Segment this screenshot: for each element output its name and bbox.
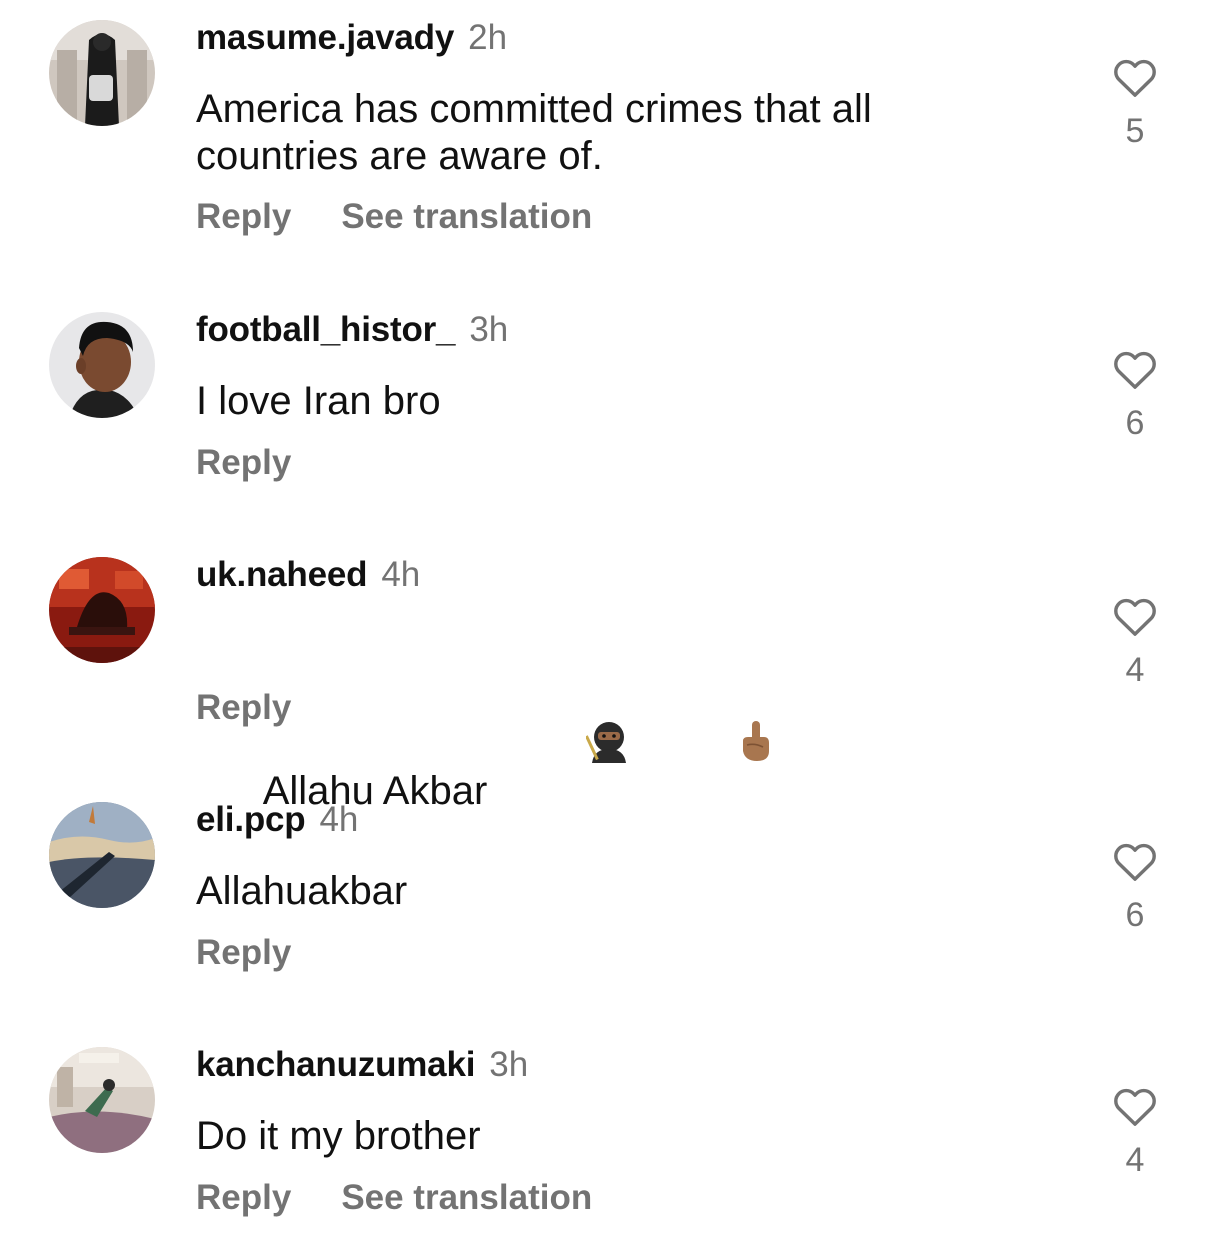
comment-actions: Reply See translation — [196, 1178, 592, 1218]
timestamp: 4h — [319, 800, 359, 839]
like-area: 4 — [1100, 595, 1170, 690]
comment-item: masume.javady 2h America has committed c… — [0, 16, 1220, 246]
reply-button[interactable]: Reply — [196, 443, 291, 483]
timestamp: 3h — [489, 1045, 529, 1084]
heart-icon[interactable] — [1111, 56, 1159, 98]
see-translation-button[interactable]: See translation — [341, 1178, 592, 1218]
like-count: 4 — [1125, 651, 1145, 689]
avatar[interactable] — [49, 20, 155, 126]
like-count: 6 — [1125, 896, 1145, 934]
comment-text: Do it my brother — [196, 1114, 481, 1158]
like-area: 6 — [1100, 348, 1170, 443]
comment-header: eli.pcp 4h — [196, 800, 358, 844]
reply-button[interactable]: Reply — [196, 1178, 291, 1218]
comment-item: football_histor_ 3h I love Iran bro Repl… — [0, 308, 1220, 488]
comment-item: uk.naheed 4h Allahu Akbar Reply 4 — [0, 553, 1220, 813]
like-area: 4 — [1100, 1085, 1170, 1180]
comment-actions: Reply — [196, 443, 291, 483]
avatar[interactable] — [49, 802, 155, 908]
heart-icon[interactable] — [1111, 348, 1159, 390]
like-area: 6 — [1100, 840, 1170, 935]
username[interactable]: kanchanuzumaki — [196, 1045, 475, 1085]
like-area: 5 — [1100, 56, 1170, 151]
reply-button[interactable]: Reply — [196, 197, 291, 237]
timestamp: 4h — [381, 555, 421, 594]
timestamp: 2h — [468, 18, 508, 57]
comment-item: kanchanuzumaki 3h Do it my brother Reply… — [0, 1043, 1220, 1243]
comment-header: masume.javady 2h — [196, 18, 507, 62]
comment-actions: Reply — [196, 688, 291, 728]
like-count: 6 — [1125, 404, 1145, 442]
heart-icon[interactable] — [1111, 1085, 1159, 1127]
reply-button[interactable]: Reply — [196, 688, 291, 728]
comment-actions: Reply See translation — [196, 197, 592, 237]
timestamp: 3h — [469, 310, 509, 349]
comments-list: masume.javady 2h America has committed c… — [0, 0, 1220, 1259]
like-count: 4 — [1125, 1141, 1145, 1179]
comment-actions: Reply — [196, 933, 291, 973]
like-count: 5 — [1125, 112, 1145, 150]
comment-item: eli.pcp 4h Allahuakbar Reply 6 — [0, 798, 1220, 978]
reply-button[interactable]: Reply — [196, 933, 291, 973]
comment-header: football_histor_ 3h — [196, 310, 508, 354]
avatar[interactable] — [49, 312, 155, 418]
comment-text: I love Iran bro — [196, 379, 441, 423]
comment-text: America has committed crimes that all co… — [196, 87, 872, 178]
comment-text: Allahuakbar — [196, 869, 408, 913]
username[interactable]: football_histor_ — [196, 310, 456, 350]
username[interactable]: eli.pcp — [196, 800, 306, 840]
comment-header: kanchanuzumaki 3h — [196, 1045, 528, 1089]
username[interactable]: masume.javady — [196, 18, 454, 58]
username[interactable]: uk.naheed — [196, 555, 368, 595]
see-translation-button[interactable]: See translation — [341, 197, 592, 237]
heart-icon[interactable] — [1111, 840, 1159, 882]
avatar[interactable] — [49, 557, 155, 663]
heart-icon[interactable] — [1111, 595, 1159, 637]
avatar[interactable] — [49, 1047, 155, 1153]
comment-header: uk.naheed 4h — [196, 555, 420, 599]
